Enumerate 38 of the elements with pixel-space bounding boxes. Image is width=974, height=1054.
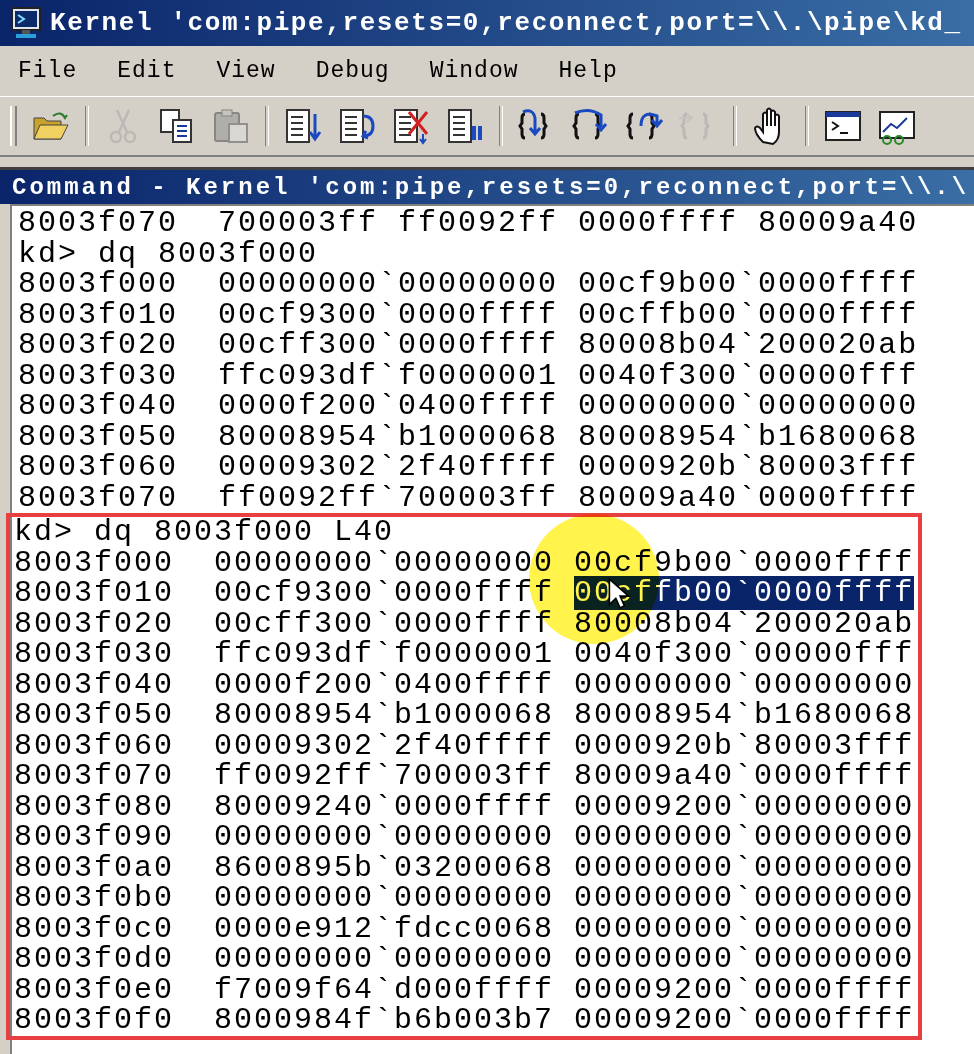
monitor-icon	[10, 6, 44, 40]
output-line: 8003f000 00000000`00000000 00cf9b00`0000ffff	[17, 269, 920, 300]
menu-item[interactable]: Debug	[315, 58, 390, 84]
output-line: 8003f090 00000000`00000000 00000000`00000000	[13, 822, 916, 853]
menu-item[interactable]: View	[216, 58, 276, 84]
pane-title: Command - Kernel 'com:pipe,resets=0,reconnect,port=\\.\	[12, 173, 970, 201]
output-line: 8003f060 00009302`2f40ffff 0000920b`80003fff	[13, 730, 916, 761]
window-title: Kernel 'com:pipe,resets=0,reconnect,port=\\.\pipe\kd_	[50, 8, 962, 38]
menu-item[interactable]: Help	[558, 58, 618, 84]
output-line: kd> dq 8003f000 L40	[13, 517, 396, 548]
menu-item[interactable]: Edit	[117, 58, 177, 84]
output-line: 8003f070 ff0092ff`700003ff 80009a40`0000ffff	[13, 761, 916, 792]
document-cross-icon[interactable]	[391, 106, 431, 146]
output-line: 8003f070 ff0092ff`700003ff 80009a40`0000ffff	[17, 482, 920, 513]
document-pause-icon[interactable]	[445, 106, 485, 146]
output-line: 8003f0d0 00000000`00000000 00000000`00000000	[13, 944, 916, 975]
menu-item[interactable]: File	[18, 58, 78, 84]
output-line: 8003f060 00009302`2f40ffff 0000920b`80003fff	[17, 452, 920, 483]
output-line: 8003f040 0000f200`0400ffff 00000000`00000000	[13, 669, 916, 700]
output-line: 8003f070 700003ff ff0092ff 0000ffff 80009a40	[17, 208, 920, 239]
menu-item[interactable]: Window	[429, 58, 519, 84]
toolbar-grip[interactable]	[10, 106, 17, 146]
document-arrow-icon[interactable]	[283, 106, 323, 146]
output-line: 8003f050 80008954`b1000068 80008954`b1680068	[17, 421, 920, 452]
output-line: 8003f0b0 00000000`00000000 00000000`00000000	[13, 883, 916, 914]
output-line: 8003f0f0 8000984f`b6b003b7 00009200`0000ffff	[13, 1005, 916, 1036]
output-line: 8003f040 0000f200`0400ffff 00000000`00000000	[17, 391, 920, 422]
output-line: 8003f020 00cff300`0000ffff 80008b04`200020ab	[17, 330, 920, 361]
output-line: 8003f010 00cf9300`0000ffff 00cffb00`0000ffff	[17, 299, 920, 330]
output-line: 8003f0c0 0000e912`fdcc0068 00000000`00000000	[13, 913, 916, 944]
output-line: 8003f030 ffc093df`f0000001 0040f300`00000fff	[13, 639, 916, 670]
output-line: 8003f0a0 8600895b`03200068 00000000`00000000	[13, 852, 916, 883]
document-loop-icon[interactable]	[337, 106, 377, 146]
output-line: 8003f0e0 f7009f64`d000ffff 00009200`0000ffff	[13, 974, 916, 1005]
output-line: kd> dq 8003f000	[17, 238, 320, 269]
output-line: 8003f030 ffc093df`f0000001 0040f300`00000fff	[17, 360, 920, 391]
output-line: 8003f050 80008954`b1000068 80008954`b1680068	[13, 700, 916, 731]
output-line: 8003f080 80009240`0000ffff 00009200`00000000	[13, 791, 916, 822]
